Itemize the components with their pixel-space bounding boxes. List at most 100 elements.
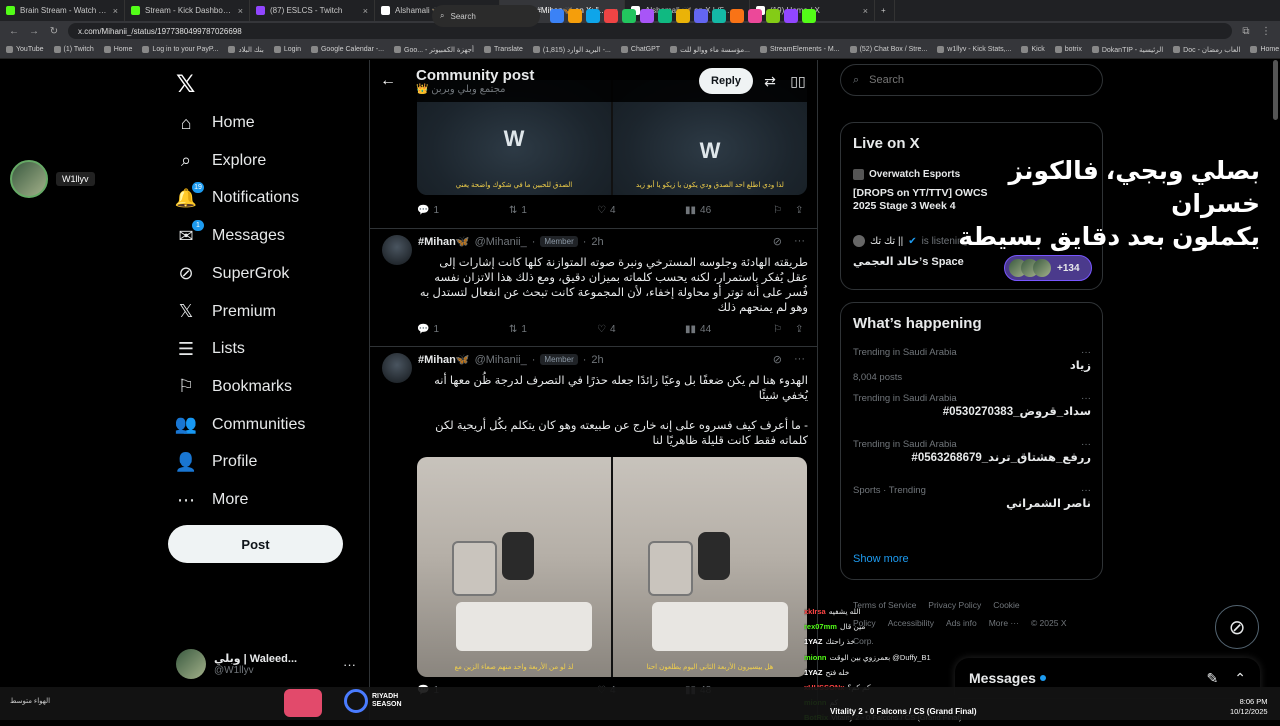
extensions-icon[interactable]: ⧉: [1240, 26, 1252, 37]
bookmark-item[interactable]: (1) Twitch: [53, 46, 94, 53]
media-image[interactable]: هل بيسيرون الأربعة الثاني اليوم يطلعون ا…: [613, 457, 807, 677]
taskbar-app-icon[interactable]: [784, 9, 798, 23]
grok-icon[interactable]: ⊘: [773, 353, 782, 366]
new-tab-button[interactable]: +: [875, 0, 895, 21]
repost-action[interactable]: ⇅ 1: [509, 324, 597, 335]
x-logo-icon[interactable]: 𝕏: [176, 70, 195, 99]
taskbar-search[interactable]: ⌕ Search: [432, 5, 540, 27]
bookmark-item[interactable]: w1llyv - Kick Stats,...: [937, 46, 1011, 53]
url-field[interactable]: x.com/Mihanii_/status/197738049978702669…: [68, 23, 1232, 39]
close-icon[interactable]: ×: [238, 6, 243, 16]
nav-item-notifications[interactable]: 🔔 19 Notifications: [175, 182, 299, 213]
taskbar-app-icon[interactable]: [802, 9, 816, 23]
taskbar-app-icon[interactable]: [658, 9, 672, 23]
taskbar-app-icon[interactable]: [748, 9, 762, 23]
space-title[interactable]: خالد العجمي’s Space: [853, 255, 964, 268]
nav-item-lists[interactable]: ☰ Lists: [176, 334, 245, 364]
author-name[interactable]: #Mihan🦋: [418, 353, 470, 366]
media-image[interactable]: لذ لو من الأربعة واحد منهم صعاء الزين مع: [417, 457, 611, 677]
back-arrow-icon[interactable]: ←: [380, 72, 416, 90]
back-icon[interactable]: ←: [8, 26, 20, 37]
taskbar-app-icon[interactable]: [604, 9, 618, 23]
space-join-pill[interactable]: +134: [1004, 255, 1092, 281]
chevron-up-icon[interactable]: ⌃: [1234, 670, 1246, 687]
taskbar-app-icon[interactable]: [730, 9, 744, 23]
post[interactable]: #Mihan🦋 @Mihanii_ · Member · 2h ⊘ ··· اله…: [370, 346, 817, 720]
author-handle[interactable]: @Mihanii_: [475, 236, 527, 248]
browser-tab[interactable]: Stream - Kick Dashboard ×: [125, 0, 250, 21]
more-icon[interactable]: ···: [1081, 485, 1091, 496]
more-icon[interactable]: ···: [794, 353, 805, 366]
taskbar-app-icon[interactable]: [766, 9, 780, 23]
bookmark-item[interactable]: Google Calendar -...: [310, 46, 384, 53]
trend-item[interactable]: Trending in Saudi Arabia ··· زياد 8,004 pos…: [853, 347, 1091, 383]
post-avatar[interactable]: [382, 353, 412, 383]
bookmark-item[interactable]: Home - Restream: [1250, 46, 1280, 53]
community-name[interactable]: مجتمع وبلي وبربن 👑: [416, 84, 534, 95]
taskbar-app-icon[interactable]: [694, 9, 708, 23]
reply-action[interactable]: 💬1: [417, 205, 509, 216]
forward-icon[interactable]: →: [28, 26, 40, 37]
reload-icon[interactable]: ↻: [48, 26, 60, 37]
share-action[interactable]: ⇪: [795, 324, 803, 335]
post-media[interactable]: لذ لو من الأربعة واحد منهم صعاء الزين مع…: [417, 457, 807, 677]
bookmark-item[interactable]: DokanTIP - الرئيسية: [1091, 46, 1163, 54]
taskbar-app-icon[interactable]: [676, 9, 690, 23]
nav-item-supergrok[interactable]: ⊘ SuperGrok: [176, 259, 289, 289]
share-action[interactable]: ⇪: [795, 205, 803, 216]
browser-tab[interactable]: (87) ESLCS - Twitch ×: [250, 0, 375, 21]
bookmark-item[interactable]: Login: [273, 46, 301, 53]
trend-item[interactable]: Trending in Saudi Arabia ··· #سداد_قروض_05…: [853, 393, 1091, 418]
reader-icon[interactable]: ▯▯: [787, 73, 809, 90]
live-event[interactable]: Overwatch Esports: [853, 169, 960, 180]
bookmark-item[interactable]: botrix: [1054, 46, 1082, 53]
browser-tab[interactable]: Brain Stream - Watch Live on K ×: [0, 0, 125, 21]
nav-item-explore[interactable]: ⌕ Explore: [176, 146, 266, 176]
grok-icon[interactable]: ⊘: [773, 235, 782, 248]
taskbar-app-icon[interactable]: [550, 9, 564, 23]
bookmark-item[interactable]: Goo... - أجهزة الكمبيوتر: [394, 46, 474, 54]
bookmark-item[interactable]: ChatGPT: [620, 46, 660, 53]
bookmark-item[interactable]: (52) Chat Box / Stre...: [849, 46, 927, 53]
more-icon[interactable]: ···: [794, 235, 805, 248]
search-input[interactable]: [869, 74, 1070, 86]
repost-action[interactable]: ⇅ 1: [509, 205, 597, 216]
post-time[interactable]: 2h: [591, 354, 603, 366]
grok-button[interactable]: ⊘: [1215, 605, 1259, 649]
more-icon[interactable]: ···: [343, 657, 356, 672]
show-more-link[interactable]: Show more: [853, 553, 909, 565]
reply-button[interactable]: Reply: [699, 68, 753, 94]
post-button[interactable]: Post: [168, 525, 343, 563]
filter-icon[interactable]: ⇄: [759, 73, 781, 90]
nav-item-home[interactable]: ⌂ Home: [176, 108, 255, 138]
menu-icon[interactable]: ⋮: [1260, 26, 1272, 37]
bookmark-item[interactable]: مؤسسة ماء ووالو للت...: [670, 46, 750, 54]
bookmark-item[interactable]: Home: [103, 46, 132, 53]
bookmark-item[interactable]: بنك البلاد: [228, 46, 264, 54]
nav-item-communities[interactable]: 👥 Communities: [175, 410, 306, 440]
search-box[interactable]: ⌕: [840, 64, 1103, 96]
like-action[interactable]: ♡4: [597, 205, 685, 216]
bookmark-item[interactable]: StreamElements - M...: [759, 46, 840, 53]
account-switcher[interactable]: وبلي | Waleed... @W1llyv ···: [176, 645, 356, 683]
bookmark-item[interactable]: Log in to your PayP...: [142, 46, 218, 53]
post-avatar[interactable]: [382, 235, 412, 265]
nav-item-bookmarks[interactable]: ⚐ Bookmarks: [176, 372, 292, 402]
bookmark-action[interactable]: ⚐: [773, 324, 795, 335]
compose-message-icon[interactable]: ✎: [1207, 670, 1219, 687]
taskbar-app-icon[interactable]: [586, 9, 600, 23]
views-action[interactable]: ▮▮ 44: [685, 324, 773, 335]
nav-item-premium[interactable]: 𝕏 Premium: [176, 297, 276, 327]
views-action[interactable]: ▮▮ 46: [685, 205, 773, 216]
close-icon[interactable]: ×: [113, 6, 118, 16]
author-handle[interactable]: @Mihanii_: [475, 354, 527, 366]
like-action[interactable]: ♡4: [597, 324, 685, 335]
nav-item-messages[interactable]: ✉ 1 Messages: [176, 220, 285, 251]
more-icon[interactable]: ···: [1081, 393, 1091, 404]
page-scrollbar[interactable]: [1273, 60, 1278, 120]
taskbar-app-icon[interactable]: [568, 9, 582, 23]
trend-item[interactable]: Trending in Saudi Arabia ··· #ررفع_هشتاق_ت…: [853, 439, 1091, 464]
system-clock[interactable]: 8:06 PM 10/12/2025: [1230, 697, 1268, 717]
taskbar-app-icon[interactable]: [622, 9, 636, 23]
nav-item-more[interactable]: ⋯ More: [176, 485, 248, 515]
